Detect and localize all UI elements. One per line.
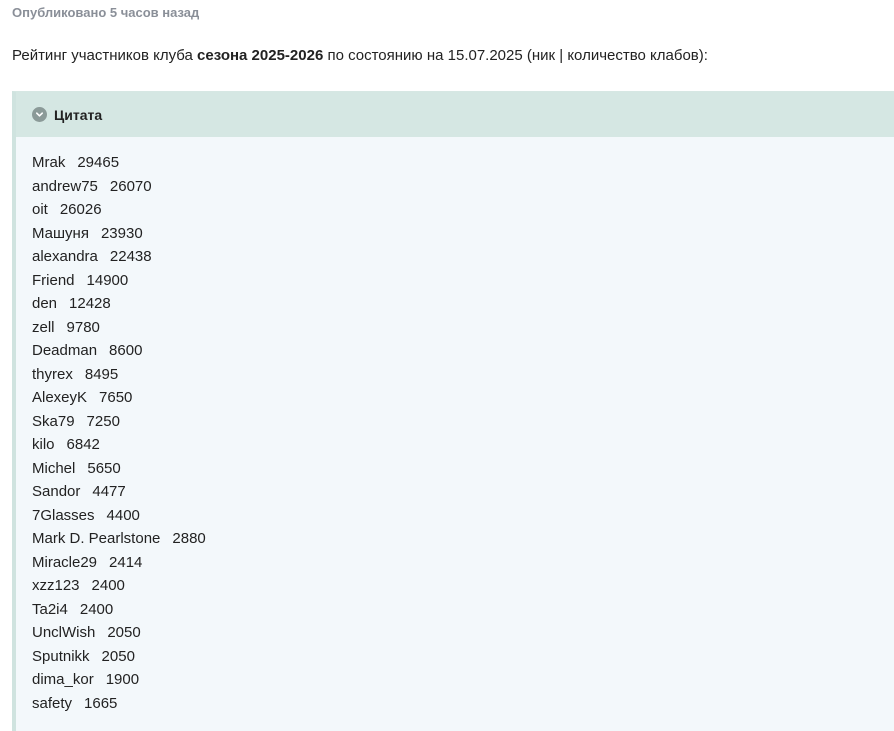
list-item: safety 1665 xyxy=(32,692,894,716)
member-nick: den xyxy=(32,295,58,312)
member-nick: UnclWish xyxy=(32,624,96,641)
list-item: Sandor 4477 xyxy=(32,480,894,504)
member-count: 12428 xyxy=(69,295,111,312)
intro-text-before: Рейтинг участников клуба xyxy=(12,47,198,64)
quote-body: Mrak 29465 andrew75 26070 oit 26026 Машуня 2393… xyxy=(16,137,894,715)
list-item: Michel 5650 xyxy=(32,457,894,481)
list-item: oit 26026 xyxy=(32,198,894,222)
member-count: 26070 xyxy=(109,177,152,195)
member-nick: kilo xyxy=(32,436,55,453)
member-nick: Ta2i4 xyxy=(32,600,68,618)
list-item: zell 9780 xyxy=(32,316,894,340)
member-count: 23930 xyxy=(100,224,143,242)
list-item: UnclWish 2050 xyxy=(32,621,894,645)
list-item: thyrex 8495 xyxy=(32,363,894,387)
member-nick: thyrex xyxy=(32,365,73,383)
member-nick: Машуня xyxy=(32,224,89,242)
member-count: 22438 xyxy=(109,248,152,265)
quote-block: Цитата Mrak 29465 andrew75 26070 oit 26026 Маш… xyxy=(12,91,894,731)
list-item: Ta2i4 2400 xyxy=(32,598,894,622)
member-count: 2414 xyxy=(109,553,143,571)
list-item: Deadman 8600 xyxy=(32,339,894,363)
member-nick: Michel xyxy=(32,459,76,477)
member-nick: Friend xyxy=(32,271,75,289)
list-item: alexandra 22438 xyxy=(32,245,894,269)
member-count: 8600 xyxy=(109,342,143,359)
post-meta: Опубликовано 5 часов назад xyxy=(12,5,200,20)
list-item: Машуня 23930 xyxy=(32,222,894,246)
chevron-down-icon[interactable] xyxy=(32,107,47,122)
member-count: 1900 xyxy=(105,671,140,688)
list-item: Miracle29 2414 xyxy=(32,551,894,575)
member-count: 2050 xyxy=(101,647,135,665)
post-intro: Рейтинг участников клуба сезона 2025-202… xyxy=(12,47,708,64)
quote-header[interactable]: Цитата xyxy=(16,92,894,137)
list-item: andrew75 26070 xyxy=(32,175,894,199)
member-nick: dima_kor xyxy=(32,671,94,688)
member-nick: alexandra xyxy=(32,248,98,265)
list-item: Mrak 29465 xyxy=(32,151,894,175)
member-count: 6842 xyxy=(66,436,100,453)
member-nick: Deadman xyxy=(32,342,98,359)
list-item: kilo 6842 xyxy=(32,433,894,457)
member-count: 2880 xyxy=(172,530,206,547)
member-count: 2050 xyxy=(107,624,141,641)
intro-text-after: по состоянию на 15.07.2025 (ник | количе… xyxy=(323,47,708,64)
member-nick: Miracle29 xyxy=(32,553,98,571)
member-nick: Mark D. Pearlstone xyxy=(32,530,161,547)
list-item: Sputnikk 2050 xyxy=(32,645,894,669)
member-count: 29465 xyxy=(77,154,120,171)
member-count: 1665 xyxy=(84,694,118,712)
member-count: 7250 xyxy=(86,412,120,430)
list-item: Ska79 7250 xyxy=(32,410,894,434)
member-count: 8495 xyxy=(84,365,119,383)
quote-title: Цитата xyxy=(54,106,103,123)
member-nick: xzz123 xyxy=(32,577,80,594)
member-nick: andrew75 xyxy=(32,177,98,195)
member-count: 5650 xyxy=(87,459,121,477)
list-item: 7Glasses 4400 xyxy=(32,504,894,528)
member-count: 4477 xyxy=(92,483,126,500)
member-nick: zell xyxy=(32,318,55,336)
member-count: 2400 xyxy=(91,577,125,594)
list-item: Friend 14900 xyxy=(32,269,894,293)
list-item: dima_kor 1900 xyxy=(32,668,894,692)
member-count: 14900 xyxy=(86,271,129,289)
intro-season: сезона 2025-2026 xyxy=(197,47,324,64)
member-nick: AlexeyK xyxy=(32,389,88,406)
member-nick: Sandor xyxy=(32,483,81,500)
member-count: 4400 xyxy=(106,506,140,524)
list-item: AlexeyK 7650 xyxy=(32,386,894,410)
member-count: 2400 xyxy=(79,600,114,618)
list-item: Mark D. Pearlstone 2880 xyxy=(32,527,894,551)
member-count: 9780 xyxy=(66,318,100,336)
member-nick: oit xyxy=(32,201,48,218)
member-nick: 7Glasses xyxy=(32,506,95,524)
member-nick: Sputnikk xyxy=(32,647,90,665)
member-nick: Ska79 xyxy=(32,412,75,430)
member-count: 7650 xyxy=(99,389,133,406)
list-item: xzz123 2400 xyxy=(32,574,894,598)
member-nick: Mrak xyxy=(32,154,66,171)
member-nick: safety xyxy=(32,694,73,712)
member-count: 26026 xyxy=(59,201,102,218)
list-item: den 12428 xyxy=(32,292,894,316)
